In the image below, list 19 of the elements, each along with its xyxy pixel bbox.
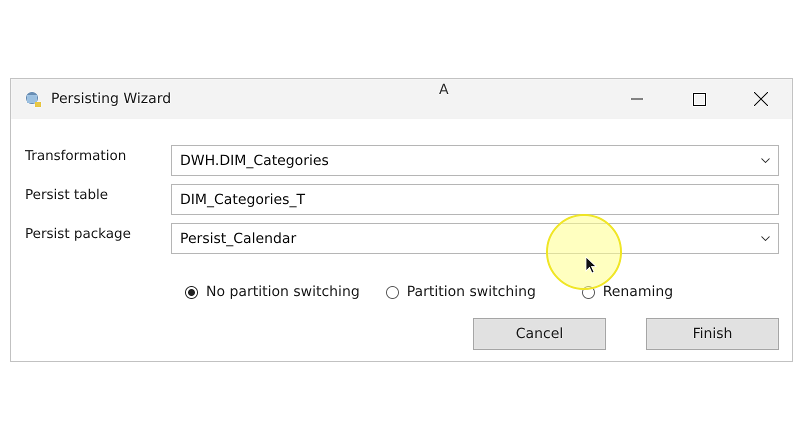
cancel-button[interactable]: Cancel [473, 318, 606, 350]
chevron-down-icon [761, 158, 770, 163]
dropdown-field[interactable]: DWH.DIM_Categories [171, 145, 779, 176]
wizard-icon [23, 89, 43, 109]
mouse-pointer-icon [585, 256, 597, 274]
close-icon [754, 92, 768, 106]
finish-button[interactable]: Finish [646, 318, 779, 350]
dropdown-field[interactable]: Persist_Calendar [171, 223, 779, 254]
maximize-icon [692, 92, 706, 106]
window-title: Persisting Wizard [51, 91, 172, 107]
chevron-down-icon [761, 236, 770, 241]
field-label: Persist package [25, 225, 132, 242]
radio-option[interactable]: Renaming [582, 284, 752, 300]
input-field[interactable]: DIM_Categories_T [171, 184, 779, 215]
radio-option[interactable]: Partition switching [386, 284, 556, 300]
radio-option[interactable]: No partition switching [185, 284, 360, 300]
field-label: Transformation [25, 147, 128, 164]
overlay-letter: A [439, 82, 449, 98]
field-label: Persist table [25, 186, 110, 203]
